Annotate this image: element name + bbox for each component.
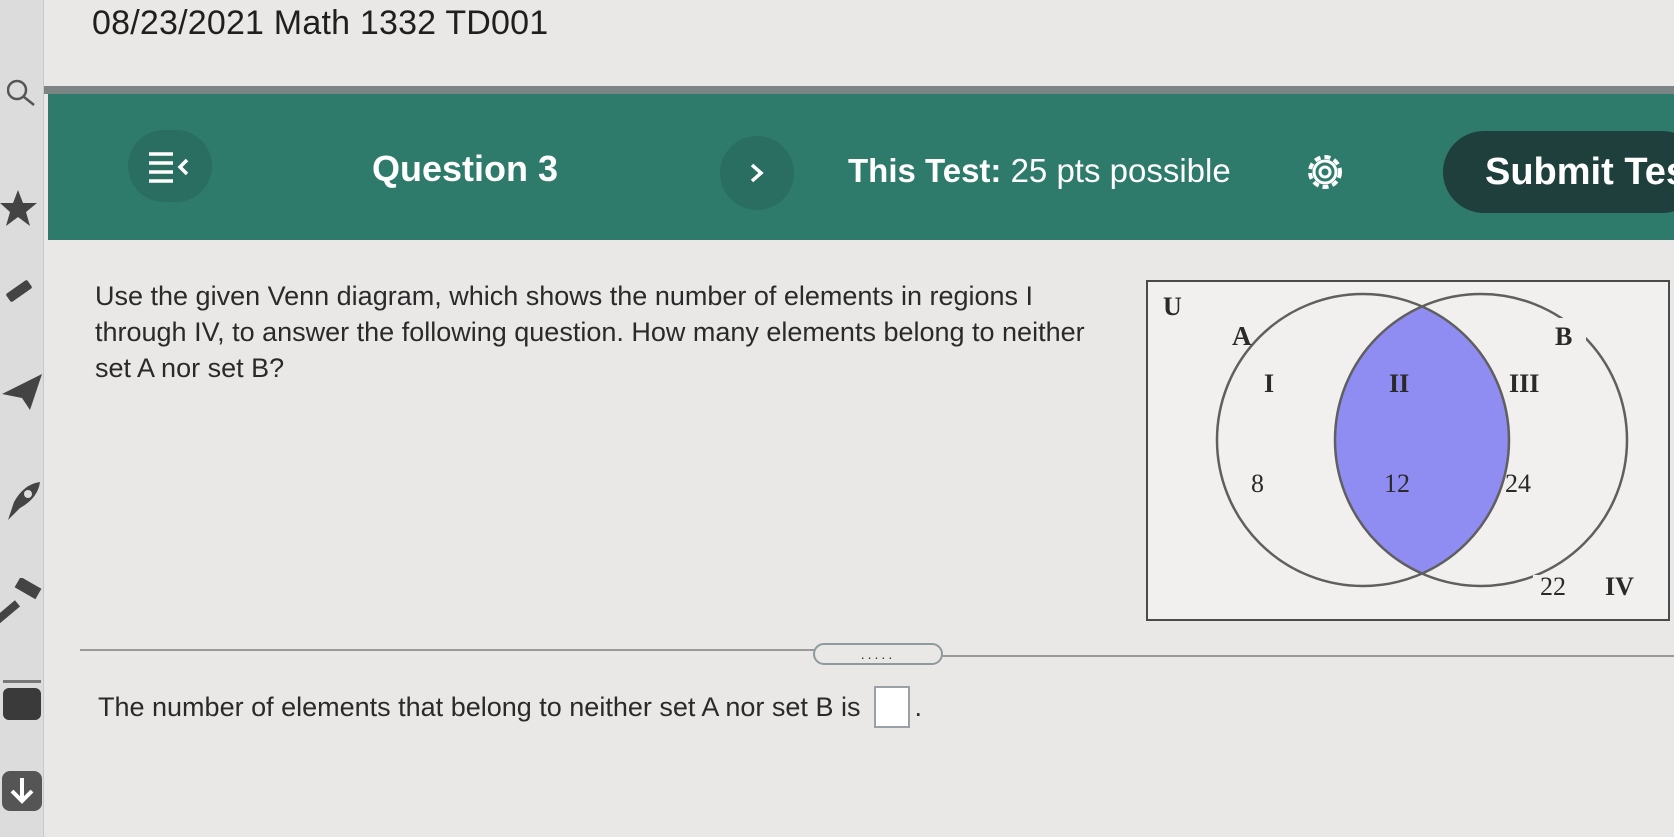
- section-divider-right: [940, 655, 1674, 657]
- region-ii-name: II: [1389, 369, 1409, 398]
- set-b-label: B: [1555, 322, 1572, 351]
- set-a-label: A: [1232, 321, 1252, 351]
- question-list-button[interactable]: [128, 130, 212, 202]
- panel-resize-handle[interactable]: .....: [813, 643, 943, 665]
- region-iii-count: 24: [1505, 469, 1531, 498]
- answer-suffix: .: [914, 691, 922, 722]
- test-points-info: This Test: 25 pts possible: [848, 152, 1231, 190]
- test-points: 25 pts possible: [1010, 152, 1231, 189]
- search-icon[interactable]: [0, 78, 44, 108]
- title-divider: [44, 86, 1674, 94]
- page: 08/23/2021 Math 1332 TD001 Question 3 Th…: [0, 0, 1674, 837]
- test-label: This Test:: [848, 152, 1002, 189]
- drive-icon[interactable]: [0, 676, 44, 724]
- rocket-icon[interactable]: [0, 478, 44, 528]
- answer-row: The number of elements that belong to ne…: [98, 686, 922, 728]
- chevron-right-icon: [750, 163, 764, 183]
- app-dock: [0, 0, 44, 837]
- answer-input[interactable]: [874, 686, 911, 728]
- question-text: Use the given Venn diagram, which shows …: [95, 281, 1085, 383]
- region-ii-count: 12: [1384, 469, 1410, 498]
- next-question-button[interactable]: [720, 136, 794, 210]
- venn-diagram: U A B I II III 8 12 24 22 IV: [1146, 280, 1670, 621]
- download-icon[interactable]: [0, 770, 44, 812]
- region-ii-highlight: [1335, 306, 1509, 574]
- brush-icon[interactable]: [0, 270, 44, 310]
- section-divider-left: [80, 649, 815, 651]
- paper-plane-icon[interactable]: [0, 370, 44, 414]
- answer-prompt: The number of elements that belong to ne…: [98, 691, 861, 722]
- region-iv-name: IV: [1605, 572, 1634, 601]
- region-iv-count: 22: [1540, 572, 1566, 601]
- question-number: Question 3: [372, 148, 559, 189]
- star-icon[interactable]: [0, 186, 44, 230]
- region-i-count: 8: [1251, 469, 1264, 498]
- region-iii-name: III: [1509, 369, 1539, 398]
- hammer-icon[interactable]: [0, 578, 44, 628]
- submit-test-button[interactable]: Submit Tes: [1443, 131, 1674, 213]
- window-title: 08/23/2021 Math 1332 TD001: [92, 4, 549, 42]
- settings-gear-icon[interactable]: [1303, 150, 1347, 199]
- universe-label: U: [1163, 292, 1182, 321]
- menu-collapse-icon: [149, 152, 189, 183]
- region-i-name: I: [1264, 369, 1274, 398]
